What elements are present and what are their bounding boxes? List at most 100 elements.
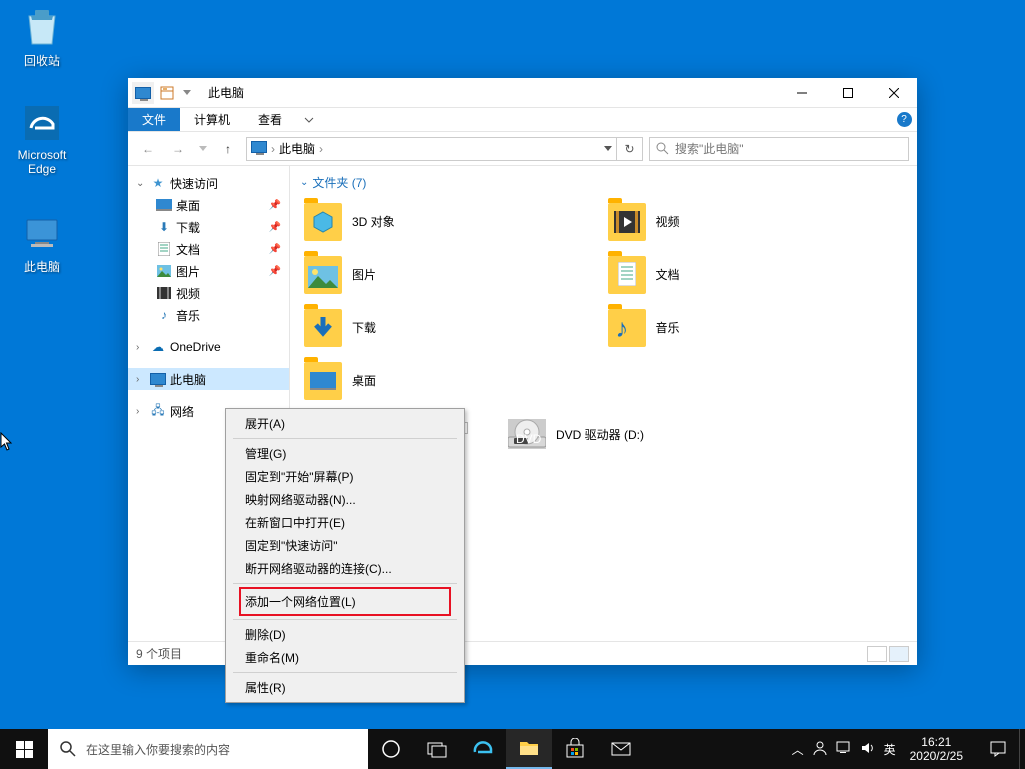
folder-3d-objects[interactable]: 3D 对象	[300, 197, 604, 246]
nav-quick-access[interactable]: ⌄★快速访问	[128, 172, 289, 194]
ctx-properties[interactable]: 属性(R)	[229, 676, 461, 699]
ctx-delete[interactable]: 删除(D)	[229, 623, 461, 646]
nav-this-pc[interactable]: ›此电脑	[128, 368, 289, 390]
recycle-bin-icon	[21, 6, 63, 48]
folder-icon	[608, 256, 646, 294]
pin-icon: 📌	[269, 244, 281, 255]
ctx-pin-quick[interactable]: 固定到"快速访问"	[229, 534, 461, 557]
desktop-icon-label: Microsoft Edge	[4, 148, 80, 176]
tab-computer[interactable]: 计算机	[180, 108, 244, 131]
download-icon: ⬇	[156, 219, 172, 235]
task-view-button[interactable]	[414, 729, 460, 769]
picture-icon	[156, 263, 172, 279]
this-pc-icon	[251, 141, 267, 157]
desktop-icon-label: 此电脑	[4, 258, 80, 275]
ctx-map-drive[interactable]: 映射网络驱动器(N)...	[229, 488, 461, 511]
nav-music[interactable]: ♪音乐	[128, 304, 289, 326]
nav-desktop[interactable]: 桌面📌	[128, 194, 289, 216]
nav-videos[interactable]: 视频	[128, 282, 289, 304]
ctx-expand[interactable]: 展开(A)	[229, 412, 461, 435]
tray-ime-indicator[interactable]: 英	[884, 741, 896, 758]
pin-icon: 📌	[269, 222, 281, 233]
folder-desktop[interactable]: 桌面	[300, 356, 604, 405]
edge-icon	[21, 102, 63, 144]
ctx-disconnect[interactable]: 断开网络驱动器的连接(C)...	[229, 557, 461, 580]
nav-pictures[interactable]: 图片📌	[128, 260, 289, 282]
address-bar-row: ← → ↑ › 此电脑 › ↻ 搜索"此电脑"	[128, 132, 917, 166]
onedrive-icon: ☁	[150, 339, 166, 355]
window-title: 此电脑	[204, 84, 779, 101]
ribbon-tabs: 文件 计算机 查看 ?	[128, 108, 917, 132]
qat-dropdown-icon[interactable]	[180, 82, 194, 104]
desktop-icon-recycle-bin[interactable]: 回收站	[4, 6, 80, 69]
tray-clock[interactable]: 16:21 2020/2/25	[904, 735, 969, 763]
quick-access-toolbar	[128, 82, 194, 104]
address-bar[interactable]: › 此电脑 ›	[246, 137, 617, 161]
tab-file[interactable]: 文件	[128, 108, 180, 131]
group-header-folders[interactable]: ⌄文件夹 (7)	[300, 174, 907, 191]
nav-documents[interactable]: 文档📌	[128, 238, 289, 260]
ctx-open-new[interactable]: 在新窗口中打开(E)	[229, 511, 461, 534]
file-explorer-button[interactable]	[506, 729, 552, 769]
breadcrumb[interactable]: 此电脑	[279, 140, 315, 157]
view-details-button[interactable]	[867, 646, 887, 662]
qat-properties-icon[interactable]	[156, 82, 178, 104]
ctx-add-network-location[interactable]: 添加一个网络位置(L)	[241, 590, 449, 613]
mail-button[interactable]	[598, 729, 644, 769]
tray-overflow-icon[interactable]: ︿	[792, 741, 804, 758]
tray-network-icon[interactable]	[836, 740, 852, 759]
nav-onedrive[interactable]: ›☁OneDrive	[128, 336, 289, 358]
nav-forward-button: →	[166, 137, 190, 161]
maximize-button[interactable]	[825, 78, 871, 108]
nav-up-button[interactable]: ↑	[216, 137, 240, 161]
search-icon	[60, 741, 76, 757]
cortana-button[interactable]	[368, 729, 414, 769]
view-large-icons-button[interactable]	[889, 646, 909, 662]
folder-videos[interactable]: 视频	[604, 197, 908, 246]
show-desktop-button[interactable]	[1019, 729, 1025, 769]
desktop-icon-this-pc[interactable]: 此电脑	[4, 212, 80, 275]
start-button[interactable]	[0, 729, 48, 769]
refresh-button[interactable]: ↻	[617, 137, 643, 161]
folder-pictures[interactable]: 图片	[300, 250, 604, 299]
pin-icon: 📌	[269, 200, 281, 211]
folder-icon: ♪	[608, 309, 646, 347]
dvd-icon: DVD	[508, 419, 546, 449]
ribbon-expand-icon[interactable]	[296, 108, 322, 131]
taskbar: 在这里输入你要搜索的内容 ︿ 英 16:21 2020/2/25	[0, 729, 1025, 769]
desktop-icon-edge[interactable]: Microsoft Edge	[4, 102, 80, 176]
nav-recent-dropdown[interactable]	[196, 137, 210, 161]
ctx-highlight-box: 添加一个网络位置(L)	[239, 587, 451, 616]
folder-documents[interactable]: 文档	[604, 250, 908, 299]
minimize-button[interactable]	[779, 78, 825, 108]
close-button[interactable]	[871, 78, 917, 108]
titlebar: 此电脑	[128, 78, 917, 108]
star-icon: ★	[150, 175, 166, 191]
desktop-icon	[156, 197, 172, 213]
pin-icon: 📌	[269, 266, 281, 277]
folder-downloads[interactable]: 下载	[300, 303, 604, 352]
ctx-pin-start[interactable]: 固定到"开始"屏幕(P)	[229, 465, 461, 488]
qat-this-pc-icon[interactable]	[132, 82, 154, 104]
action-center-button[interactable]	[977, 729, 1019, 769]
video-icon	[156, 285, 172, 301]
help-button[interactable]: ?	[891, 108, 917, 131]
tray-people-icon[interactable]	[812, 740, 828, 759]
system-tray: ︿ 英 16:21 2020/2/25	[784, 729, 977, 769]
tray-volume-icon[interactable]	[860, 740, 876, 759]
drive-dvd[interactable]: DVD DVD 驱动器 (D:)	[508, 419, 644, 449]
tab-view[interactable]: 查看	[244, 108, 296, 131]
ctx-manage[interactable]: 管理(G)	[229, 442, 461, 465]
svg-text:DVD: DVD	[516, 432, 542, 446]
music-icon: ♪	[156, 307, 172, 323]
nav-back-button[interactable]: ←	[136, 137, 160, 161]
folder-music[interactable]: ♪音乐	[604, 303, 908, 352]
folder-icon	[304, 309, 342, 347]
store-button[interactable]	[552, 729, 598, 769]
taskbar-search-input[interactable]: 在这里输入你要搜索的内容	[48, 729, 368, 769]
edge-button[interactable]	[460, 729, 506, 769]
nav-downloads[interactable]: ⬇下载📌	[128, 216, 289, 238]
ctx-rename[interactable]: 重命名(M)	[229, 646, 461, 669]
search-input[interactable]: 搜索"此电脑"	[649, 137, 909, 161]
status-item-count: 9 个项目	[136, 645, 182, 662]
